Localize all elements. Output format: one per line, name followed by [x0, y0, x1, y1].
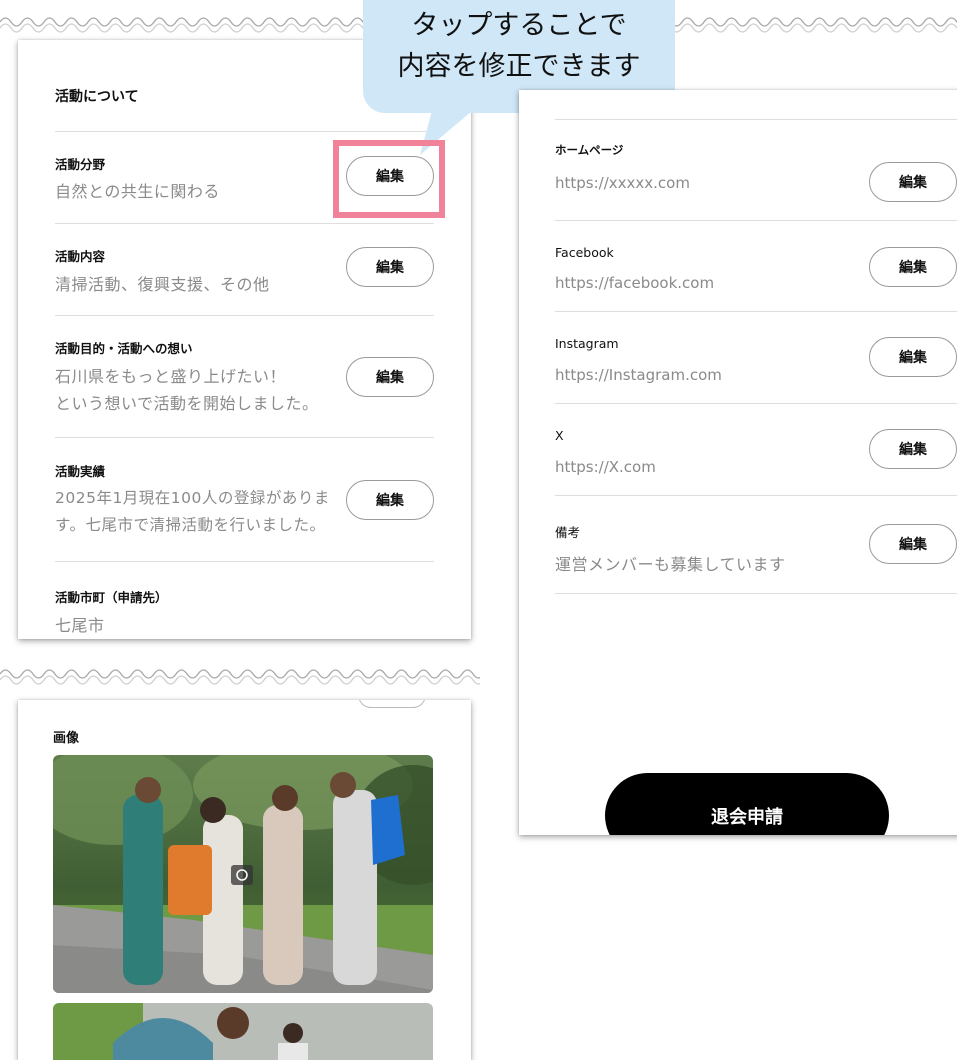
field-value-line: という想いで活動を開始しました。 — [55, 394, 319, 413]
field-value: 2025年1月現在100人の登録がありま す。七尾市で清掃活動を行いました。 — [55, 485, 330, 539]
link-row-notes: 備考 運営メンバーも募集しています 編集 — [555, 495, 957, 594]
link-row-facebook: Facebook https://facebook.com 編集 — [555, 220, 957, 313]
edit-button-instagram[interactable]: 編集 — [869, 337, 957, 377]
edit-button-notes[interactable]: 編集 — [869, 524, 957, 564]
field-value-line: 七尾市 — [55, 616, 105, 635]
link-row-homepage: ホームページ https://xxxxx.com 編集 — [555, 119, 957, 212]
field-value-line: 自然との共生に関わる — [55, 182, 220, 201]
image-card: 画像 — [18, 700, 471, 1060]
edit-button-x[interactable]: 編集 — [869, 429, 957, 469]
link-row-x: X https://X.com 編集 — [555, 403, 957, 496]
section-title-activity: 活動について — [55, 89, 139, 105]
link-value: https://X.com — [555, 458, 656, 476]
clipped-button-remnant — [358, 700, 426, 708]
link-label: 備考 — [555, 525, 581, 540]
edit-button-activity-content[interactable]: 編集 — [346, 247, 434, 287]
field-label: 活動目的・活動への想い — [55, 341, 193, 356]
edit-button-activity-results[interactable]: 編集 — [346, 480, 434, 520]
field-value: 清掃活動、復興支援、その他 — [55, 271, 270, 298]
activity-details-card: 活動について 活動分野 自然との共生に関わる 編集 活動内容 清掃活動、復興支援… — [18, 40, 471, 639]
field-label: 活動内容 — [55, 249, 106, 264]
field-label: 活動実績 — [55, 464, 106, 479]
field-row-activity-purpose: 活動目的・活動への想い 石川県をもっと盛り上げたい！ という想いで活動を開始しま… — [55, 315, 434, 438]
link-value: 運営メンバーも募集しています — [555, 555, 786, 574]
activity-photo-1[interactable] — [53, 755, 433, 993]
field-value-line: 石川県をもっと盛り上げたい！ — [55, 367, 287, 386]
callout-line-2: 内容を修正できます — [397, 51, 641, 82]
field-label: 活動分野 — [55, 157, 106, 172]
link-value: https://Instagram.com — [555, 366, 722, 384]
links-card: ホームページ https://xxxxx.com 編集 Facebook htt… — [519, 90, 957, 835]
field-value-line: 2025年1月現在100人の登録がありま — [55, 489, 330, 507]
edit-button-activity-purpose[interactable]: 編集 — [346, 357, 434, 397]
link-label: Facebook — [555, 245, 614, 260]
photo-image — [53, 1003, 433, 1060]
field-row-activity-city: 活動市町（申請先） 七尾市 — [55, 561, 434, 639]
photo-image — [53, 755, 433, 993]
edit-button-homepage[interactable]: 編集 — [869, 162, 957, 202]
link-row-instagram: Instagram https://Instagram.com 編集 — [555, 311, 957, 404]
link-value: https://facebook.com — [555, 274, 715, 292]
field-row-activity-results: 活動実績 2025年1月現在100人の登録がありま す。七尾市で清掃活動を行いま… — [55, 437, 434, 562]
link-value: https://xxxxx.com — [555, 174, 690, 192]
link-label: Instagram — [555, 336, 619, 351]
field-value-line: す。七尾市で清掃活動を行いました。 — [55, 516, 326, 534]
field-value: 石川県をもっと盛り上げたい！ という想いで活動を開始しました。 — [55, 363, 319, 417]
field-value-line: 清掃活動、復興支援、その他 — [55, 275, 270, 294]
callout-line-1: タップすることで — [411, 10, 627, 41]
field-label: 活動市町（申請先） — [55, 590, 168, 605]
link-label: X — [555, 428, 564, 443]
field-row-activity-content: 活動内容 清掃活動、復興支援、その他 編集 — [55, 223, 434, 316]
link-label: ホームページ — [555, 143, 624, 157]
wavy-divider-middle — [0, 669, 480, 685]
section-title-images: 画像 — [53, 731, 80, 746]
highlight-frame — [333, 140, 445, 218]
activity-photo-2[interactable] — [53, 1003, 433, 1060]
withdraw-button[interactable]: 退会申請 — [605, 773, 889, 835]
field-value: 自然との共生に関わる — [55, 178, 220, 205]
field-value: 七尾市 — [55, 612, 105, 639]
edit-button-facebook[interactable]: 編集 — [869, 247, 957, 287]
